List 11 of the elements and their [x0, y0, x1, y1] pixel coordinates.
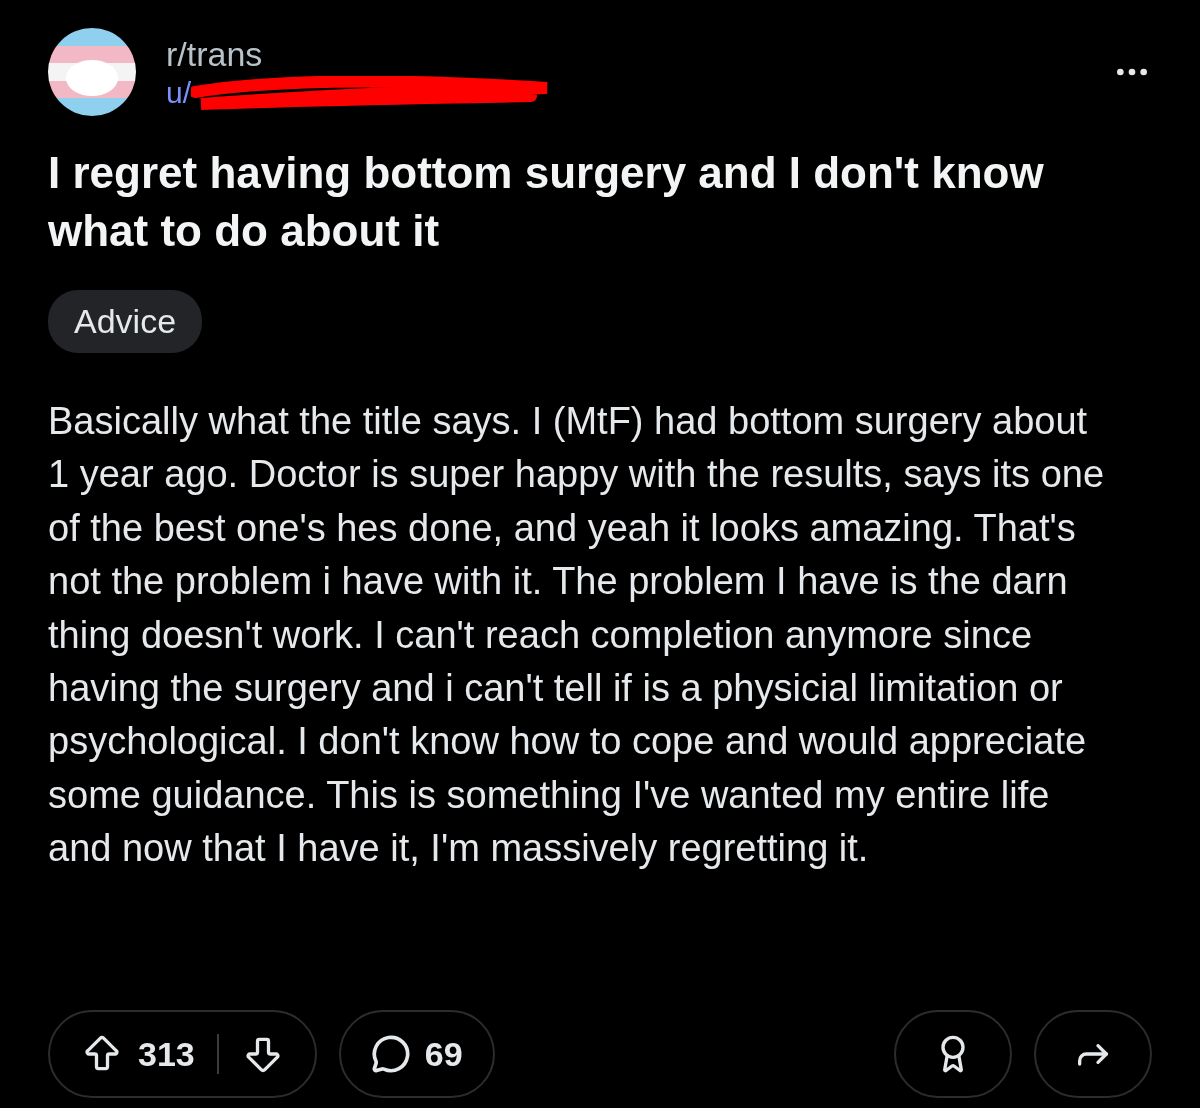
author-link[interactable]: u/ [166, 75, 192, 110]
comments-button[interactable]: 69 [338, 1010, 495, 1098]
subreddit-link[interactable]: r/trans [166, 34, 1082, 74]
flair-tag[interactable]: Advice [48, 290, 203, 353]
avatar[interactable] [48, 28, 136, 116]
post-title: I regret having bottom surgery and I don't know what to do about it [48, 147, 1045, 257]
vote-count: 313 [138, 1034, 195, 1074]
post-body: Basically what the title says. I (MtF) had bottom surgery about 1 year ago. Doctor is super happy with the results, says its one of the best one's hes done, and yeah it looks amazing. That's not the problem i have with it. The problem I have is the darn thing doesn't work. I can't reach completion anymore since having the surgery and i can't tell if is a physicial limitation or psychological. I don't know how to cope and would appreciate some guidance. This is something I've wanted my entire life and now that I have it, I'm massively regretting it. [48, 399, 1106, 872]
speech-bubble-icon [370, 1034, 411, 1074]
award-button[interactable] [894, 1010, 1012, 1098]
share-button[interactable] [1034, 1010, 1152, 1098]
